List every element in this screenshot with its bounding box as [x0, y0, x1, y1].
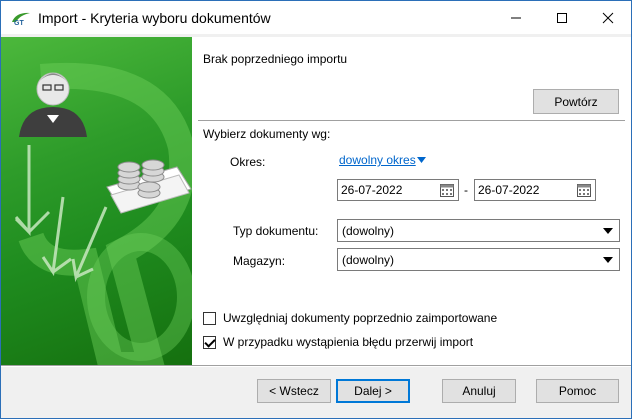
- minimize-button[interactable]: [493, 1, 539, 34]
- stop-on-error-checkbox-row[interactable]: W przypadku wystąpienia błędu przerwij i…: [203, 335, 473, 349]
- date-from-field[interactable]: 26-07-2022: [337, 179, 459, 201]
- dropdown-arrow-icon: [603, 228, 613, 234]
- dropdown-arrow-icon: [603, 257, 613, 263]
- warehouse-label: Magazyn:: [233, 254, 286, 268]
- document-type-label: Typ dokumentu:: [233, 224, 319, 238]
- calendar-icon[interactable]: [577, 183, 591, 197]
- document-type-value: (dowolny): [342, 224, 395, 238]
- calendar-icon[interactable]: [440, 183, 454, 197]
- period-value: dowolny okres: [339, 153, 416, 167]
- select-documents-label: Wybierz dokumenty wg:: [203, 127, 331, 141]
- stop-on-error-label: W przypadku wystąpienia błędu przerwij i…: [223, 335, 474, 349]
- close-icon: [602, 12, 614, 23]
- app-logo-icon: GT: [12, 12, 30, 26]
- period-label: Okres:: [230, 155, 266, 169]
- footer-divider: [1, 365, 631, 367]
- date-to-field[interactable]: 26-07-2022: [474, 179, 596, 201]
- arrow-down-icon: [14, 145, 51, 237]
- document-type-select[interactable]: (dowolny): [337, 219, 620, 242]
- repeat-button[interactable]: Powtórz: [533, 89, 619, 114]
- import-dialog-window: GT Import - Kryteria wyboru dokumentów B…: [0, 0, 632, 419]
- window-title: Import - Kryteria wyboru dokumentów: [38, 10, 271, 26]
- back-button[interactable]: < Wstecz: [257, 379, 331, 403]
- stop-on-error-checkbox[interactable]: [203, 335, 216, 349]
- date-range-separator: -: [464, 183, 468, 197]
- close-button[interactable]: [585, 1, 631, 34]
- title-bar[interactable]: GT Import - Kryteria wyboru dokumentów: [1, 1, 631, 34]
- import-status-text: Brak poprzedniego importu: [203, 52, 348, 66]
- include-imported-checkbox-row[interactable]: Uwzględniaj dokumenty poprzednio zaimpor…: [203, 311, 497, 325]
- svg-text:GT: GT: [14, 20, 24, 26]
- warehouse-select[interactable]: (dowolny): [337, 248, 620, 271]
- import-illustration-icon: [14, 62, 192, 365]
- cancel-button[interactable]: Anuluj: [442, 379, 516, 403]
- section-divider: [198, 120, 625, 122]
- chevron-down-icon: [416, 156, 426, 163]
- next-button[interactable]: Dalej >: [336, 379, 410, 403]
- warehouse-value: (dowolny): [342, 253, 395, 267]
- help-button[interactable]: Pomoc: [536, 379, 619, 403]
- maximize-button[interactable]: [539, 1, 585, 34]
- wizard-side-illustration: [1, 37, 192, 365]
- period-dropdown-link[interactable]: dowolny okres: [339, 153, 426, 167]
- criteria-panel: Brak poprzedniego importu Powtórz Wybier…: [192, 37, 631, 365]
- include-imported-label: Uwzględniaj dokumenty poprzednio zaimpor…: [223, 311, 498, 325]
- maximize-icon: [557, 12, 567, 23]
- minimize-icon: [511, 17, 521, 18]
- include-imported-checkbox[interactable]: [203, 311, 216, 325]
- date-to-value: 26-07-2022: [478, 183, 540, 197]
- date-from-value: 26-07-2022: [341, 183, 403, 197]
